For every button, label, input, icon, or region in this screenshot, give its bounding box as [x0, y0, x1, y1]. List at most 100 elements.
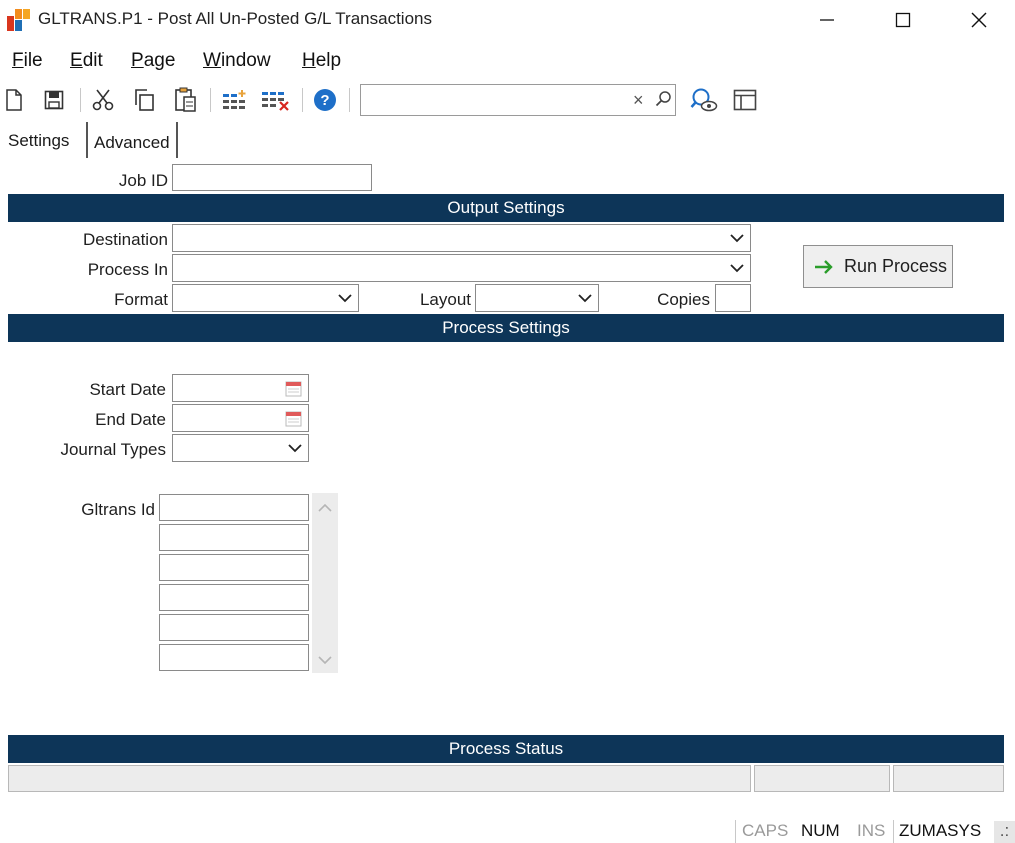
cut-icon: [92, 89, 114, 111]
destination-dropdown[interactable]: [172, 224, 751, 252]
menu-page[interactable]: Page: [131, 50, 175, 72]
start-date-label: Start Date: [89, 380, 166, 399]
gltrans-list-scrollbar[interactable]: [312, 493, 338, 673]
menu-file-hotkey: F: [12, 50, 24, 71]
destination-input[interactable]: [173, 225, 750, 251]
end-date-label: End Date: [95, 410, 166, 429]
destination-label: Destination: [82, 230, 168, 249]
delete-row-button[interactable]: [261, 86, 289, 114]
title-bar: GLTRANS.P1 - Post All Un-Posted G/L Tran…: [0, 0, 1015, 40]
preview-button[interactable]: [690, 86, 718, 114]
user-indicator: ZUMASYS: [899, 821, 982, 840]
menu-file-label: ile: [23, 50, 43, 71]
gltrans-id-input[interactable]: [160, 525, 308, 550]
process-settings-header: Process Settings: [8, 314, 1004, 342]
gltrans-id-row[interactable]: [159, 494, 309, 521]
process-in-input[interactable]: [173, 255, 750, 281]
run-process-label: Run Process: [844, 256, 948, 276]
layout-dropdown[interactable]: [475, 284, 599, 312]
gltrans-id-row[interactable]: [159, 584, 309, 611]
toolbar-separator: [80, 88, 81, 112]
end-date-field[interactable]: [172, 404, 309, 432]
format-label: Format: [114, 290, 168, 309]
copies-input[interactable]: [716, 285, 750, 311]
toolbar: ? ×: [0, 82, 1015, 118]
process-in-dropdown[interactable]: [172, 254, 751, 282]
save-button[interactable]: [40, 86, 68, 114]
gltrans-id-row[interactable]: [159, 524, 309, 551]
process-status-count: [893, 765, 1004, 792]
menu-edit[interactable]: Edit: [70, 50, 103, 72]
menu-page-hotkey: P: [131, 50, 144, 71]
search-clear-icon[interactable]: ×: [633, 90, 644, 111]
gltrans-id-input[interactable]: [160, 495, 308, 520]
chevron-up-icon[interactable]: [318, 503, 332, 513]
minimize-icon: [820, 19, 834, 21]
toolbar-separator: [349, 88, 350, 112]
gltrans-id-row[interactable]: [159, 554, 309, 581]
copy-icon: [135, 89, 154, 111]
chevron-down-icon: [578, 294, 592, 303]
delete-row-icon: [262, 92, 289, 111]
search-icon[interactable]: [655, 90, 673, 108]
menu-window[interactable]: Window: [203, 50, 271, 72]
help-button[interactable]: ?: [311, 86, 339, 114]
caps-indicator: CAPS: [742, 821, 789, 840]
menu-window-label: indow: [220, 50, 271, 71]
layout-button[interactable]: [731, 86, 759, 114]
window-title: GLTRANS.P1 - Post All Un-Posted G/L Tran…: [38, 9, 432, 28]
gltrans-id-input[interactable]: [160, 555, 308, 580]
process-in-label: Process In: [87, 260, 168, 279]
job-id-input[interactable]: [173, 165, 371, 190]
maximize-button[interactable]: [880, 4, 926, 36]
save-icon: [44, 90, 64, 110]
journal-types-dropdown[interactable]: [172, 434, 309, 462]
resize-grip-icon[interactable]: .:: [994, 821, 1015, 843]
chevron-down-icon[interactable]: [318, 655, 332, 665]
output-settings-header: Output Settings: [8, 194, 1004, 222]
insert-row-button[interactable]: [221, 86, 249, 114]
num-indicator: NUM: [801, 821, 840, 840]
menu-window-hotkey: W: [203, 50, 221, 71]
copies-label: Copies: [657, 290, 710, 309]
menu-help[interactable]: Help: [302, 50, 341, 72]
close-button[interactable]: [956, 4, 1002, 36]
menu-page-label: age: [143, 50, 176, 71]
toolbar-separator: [302, 88, 303, 112]
gltrans-id-label: Gltrans Id: [81, 500, 155, 519]
process-status-header: Process Status: [8, 735, 1004, 763]
gltrans-id-row[interactable]: [159, 644, 309, 671]
tab-settings[interactable]: Settings: [8, 122, 69, 158]
gltrans-id-input[interactable]: [160, 585, 308, 610]
copy-button[interactable]: [130, 86, 158, 114]
gltrans-id-input[interactable]: [160, 615, 308, 640]
preview-icon: [690, 88, 718, 112]
paste-icon: [175, 87, 196, 112]
gltrans-id-row[interactable]: [159, 614, 309, 641]
copies-field[interactable]: [715, 284, 751, 312]
close-icon: [971, 12, 987, 28]
search-input[interactable]: [365, 89, 625, 111]
run-process-button[interactable]: Run Process: [803, 245, 953, 288]
menu-help-hotkey: H: [302, 50, 316, 71]
help-icon: ?: [314, 89, 336, 111]
job-id-label: Job ID: [118, 171, 168, 190]
calendar-icon[interactable]: [285, 410, 302, 427]
format-dropdown[interactable]: [172, 284, 359, 312]
search-box: ×: [360, 84, 676, 116]
new-button[interactable]: [0, 86, 28, 114]
toolbar-separator: [210, 88, 211, 112]
menu-file[interactable]: File: [12, 50, 43, 72]
cut-button[interactable]: [89, 86, 117, 114]
ins-indicator: INS: [857, 821, 886, 840]
minimize-button[interactable]: [804, 4, 850, 36]
paste-button[interactable]: [172, 86, 200, 114]
start-date-field[interactable]: [172, 374, 309, 402]
calendar-icon[interactable]: [285, 380, 302, 397]
process-status-progress: [754, 765, 890, 792]
gltrans-id-input[interactable]: [160, 645, 308, 670]
job-id-field[interactable]: [172, 164, 372, 191]
format-input[interactable]: [173, 285, 358, 311]
tab-advanced[interactable]: Advanced: [86, 122, 178, 158]
status-separator: [893, 820, 894, 843]
